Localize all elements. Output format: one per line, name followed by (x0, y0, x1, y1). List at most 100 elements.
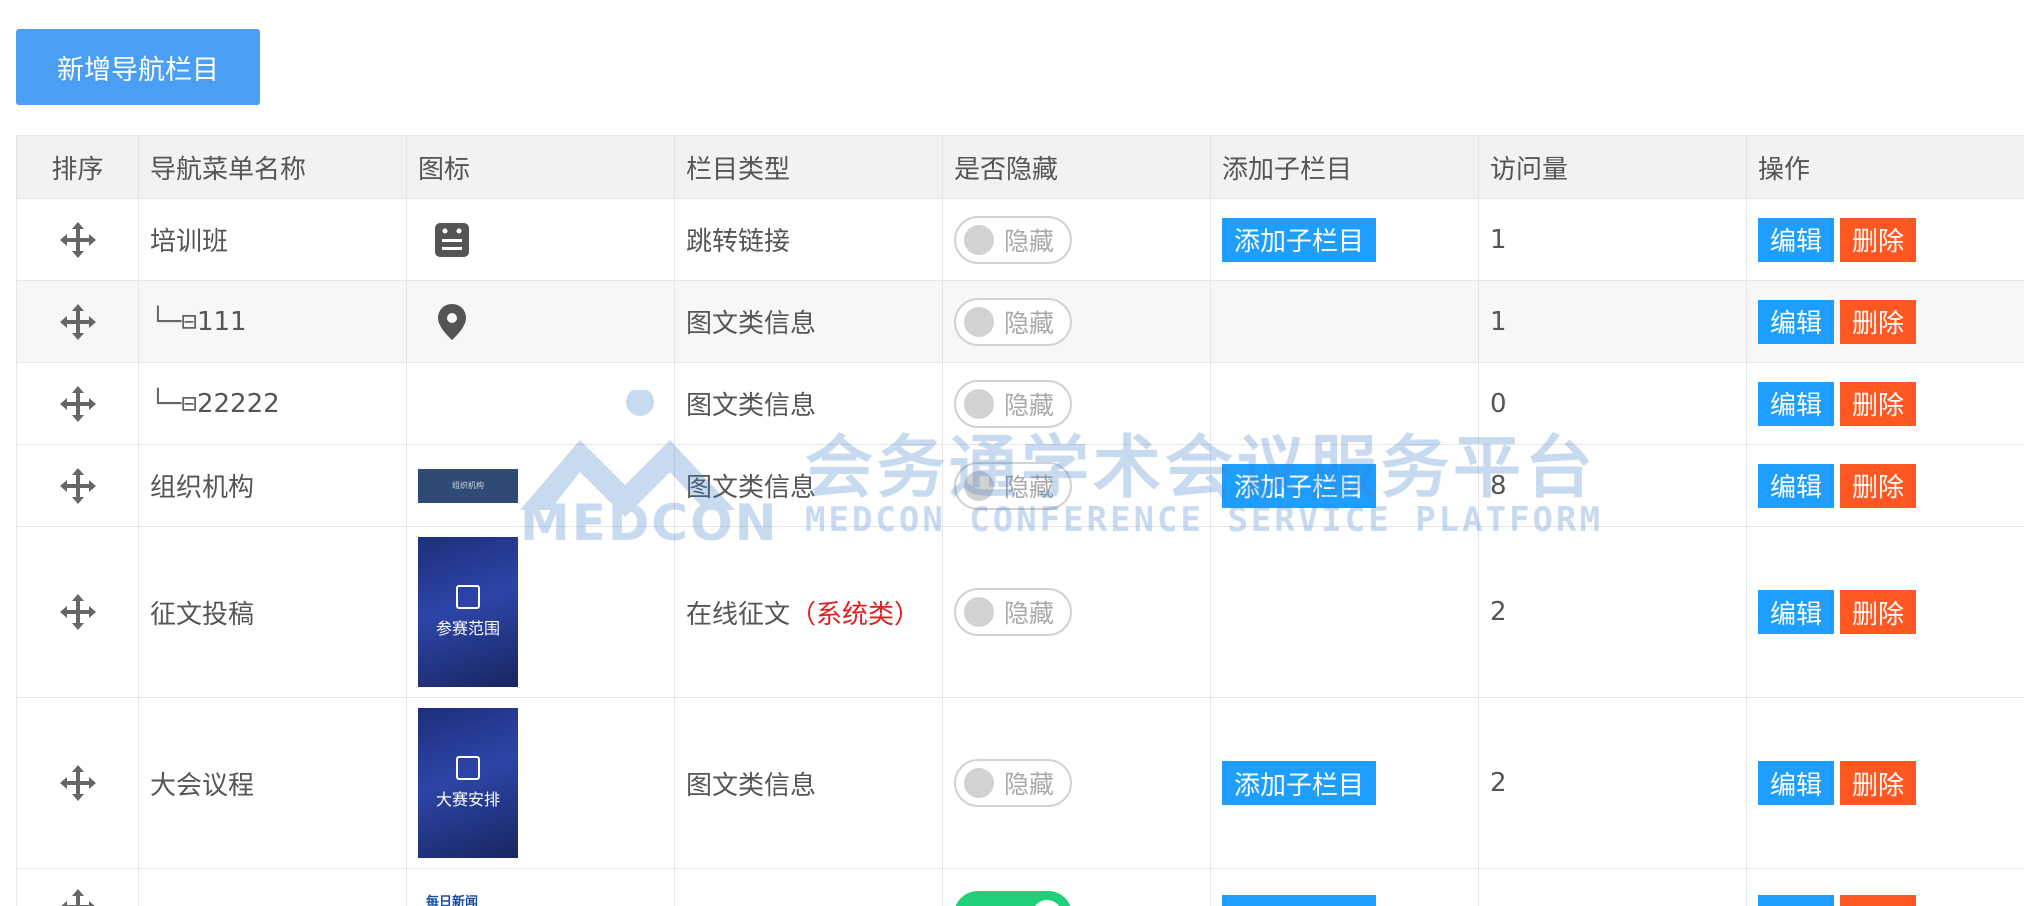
hidden-toggle[interactable]: 隐藏 (954, 379, 1072, 428)
thumbnail-text: 每日新闻 (426, 895, 479, 906)
add-child-button[interactable]: 添加子栏目 (1222, 217, 1376, 262)
sort-handle-cell[interactable] (16, 526, 139, 698)
add-child-cell (1210, 280, 1479, 363)
table-header-row: 排序 导航菜单名称 图标 栏目类型 是否隐藏 添加子栏目 访问量 操作 (16, 135, 2024, 199)
list-icon (456, 756, 480, 780)
icon-cell: 大赛安排 (406, 697, 675, 869)
toggle-knob (1032, 900, 1062, 906)
icon-cell (406, 280, 675, 363)
sort-handle-cell[interactable] (16, 444, 139, 527)
delete-button[interactable]: 删除 (1840, 217, 1916, 262)
nav-name: 22222 (196, 388, 280, 419)
delete-button[interactable]: 删除 (1840, 761, 1916, 805)
hidden-toggle[interactable]: 隐藏 (954, 588, 1072, 636)
move-icon[interactable] (58, 763, 98, 803)
thumbnail-text: 组织机构 (452, 481, 484, 490)
edit-button[interactable]: 编辑 (1758, 463, 1834, 508)
actions-cell: 编辑 删除 (1746, 362, 2024, 445)
add-child-cell (1210, 362, 1479, 445)
type-cell: 图文类信息 (674, 444, 943, 527)
sort-handle-cell[interactable] (16, 198, 139, 281)
delete-button[interactable]: 删除 (1840, 590, 1916, 634)
table-row: 组织机构 组织机构 图文类信息 隐藏 添加子栏目 8 编辑 删除 (16, 444, 2024, 527)
sort-handle-cell[interactable] (16, 280, 139, 363)
hidden-toggle[interactable]: 隐藏 (954, 215, 1072, 264)
nav-name: 大会议程 (150, 770, 255, 801)
delete-button[interactable]: 删除 (1840, 463, 1916, 508)
add-child-button[interactable]: 添加子栏目 (1222, 463, 1376, 508)
edit-button[interactable]: 编辑 (1758, 381, 1834, 426)
toggle-knob (964, 224, 994, 255)
location-pin-icon (438, 303, 466, 340)
table-row: 每日新闻 (16, 868, 2024, 906)
hidden-toggle[interactable] (954, 891, 1072, 906)
visits-cell: 1 (1478, 280, 1747, 363)
delete-button[interactable] (1840, 895, 1916, 906)
type-label: 图文类信息 (686, 391, 817, 421)
toggle-knob (964, 306, 994, 337)
type-label: 图文类信息 (686, 473, 817, 503)
sort-handle-cell[interactable] (16, 697, 139, 869)
nav-name: 111 (196, 306, 247, 337)
edit-button[interactable] (1758, 895, 1834, 906)
type-cell: 图文类信息 (674, 280, 943, 363)
add-child-cell (1210, 526, 1479, 698)
visits-cell: 1 (1478, 198, 1747, 281)
toggle-label: 隐藏 (1004, 308, 1055, 338)
nav-table-wrapper: 排序 导航菜单名称 图标 栏目类型 是否隐藏 添加子栏目 访问量 操作 培训班 … (16, 135, 2024, 906)
edit-button[interactable]: 编辑 (1758, 590, 1834, 634)
hidden-cell: 隐藏 (942, 280, 1211, 363)
add-child-button[interactable]: 添加子栏目 (1222, 761, 1376, 805)
visits-cell: 0 (1478, 362, 1747, 445)
hidden-toggle[interactable]: 隐藏 (954, 461, 1072, 510)
type-cell: 图文类信息 (674, 362, 943, 445)
header-icon: 图标 (406, 135, 675, 199)
edit-button[interactable]: 编辑 (1758, 299, 1834, 344)
actions-cell: 编辑 删除 (1746, 444, 2024, 527)
name-cell: └─⊟111 (138, 280, 407, 363)
icon-cell: 参赛范围 (406, 526, 675, 698)
type-cell: 跳转链接 (674, 198, 943, 281)
delete-button[interactable]: 删除 (1840, 299, 1916, 344)
visits-cell: 2 (1478, 697, 1747, 869)
move-icon[interactable] (58, 220, 98, 260)
header-sort: 排序 (16, 135, 139, 199)
hidden-cell: 隐藏 (942, 362, 1211, 445)
delete-button[interactable]: 删除 (1840, 381, 1916, 426)
sort-handle-cell[interactable] (16, 868, 139, 906)
type-label: 图文类信息 (686, 770, 817, 801)
hidden-toggle[interactable]: 隐藏 (954, 297, 1072, 346)
edit-button[interactable]: 编辑 (1758, 217, 1834, 262)
add-child-cell: 添加子栏目 (1210, 198, 1479, 281)
add-nav-item-button[interactable]: 新增导航栏目 (16, 29, 260, 105)
hidden-toggle[interactable]: 隐藏 (954, 759, 1072, 807)
move-icon[interactable] (58, 384, 98, 424)
add-child-cell (1210, 868, 1479, 906)
sort-handle-cell[interactable] (16, 362, 139, 445)
add-child-cell: 添加子栏目 (1210, 444, 1479, 527)
toggle-knob (964, 388, 994, 419)
header-add-child: 添加子栏目 (1210, 135, 1479, 199)
move-icon[interactable] (58, 302, 98, 342)
header-actions: 操作 (1746, 135, 2024, 199)
thumbnail-text: 大赛安排 (435, 790, 500, 809)
document-list-icon (435, 222, 469, 257)
table-row: 征文投稿 参赛范围 在线征文（系统类） 隐藏 2 编辑 删除 (16, 526, 2024, 698)
visits-cell (1478, 868, 1747, 906)
header-visits: 访问量 (1478, 135, 1747, 199)
edit-button[interactable]: 编辑 (1758, 761, 1834, 805)
name-cell (138, 868, 407, 906)
type-label: 图文类信息 (686, 309, 817, 339)
name-cell: 大会议程 (138, 697, 407, 869)
move-icon[interactable] (58, 887, 98, 906)
add-child-button[interactable] (1222, 895, 1376, 906)
nav-name: 组织机构 (150, 473, 255, 503)
table-row: └─⊟111 图文类信息 隐藏 1 编辑 删除 (16, 280, 2024, 363)
header-name: 导航菜单名称 (138, 135, 407, 199)
visits-cell: 8 (1478, 444, 1747, 527)
toggle-knob (964, 470, 994, 501)
cover-thumbnail: 参赛范围 (418, 537, 518, 687)
move-icon[interactable] (58, 592, 98, 632)
move-icon[interactable] (58, 466, 98, 506)
icon-cell: 组织机构 (406, 444, 675, 527)
